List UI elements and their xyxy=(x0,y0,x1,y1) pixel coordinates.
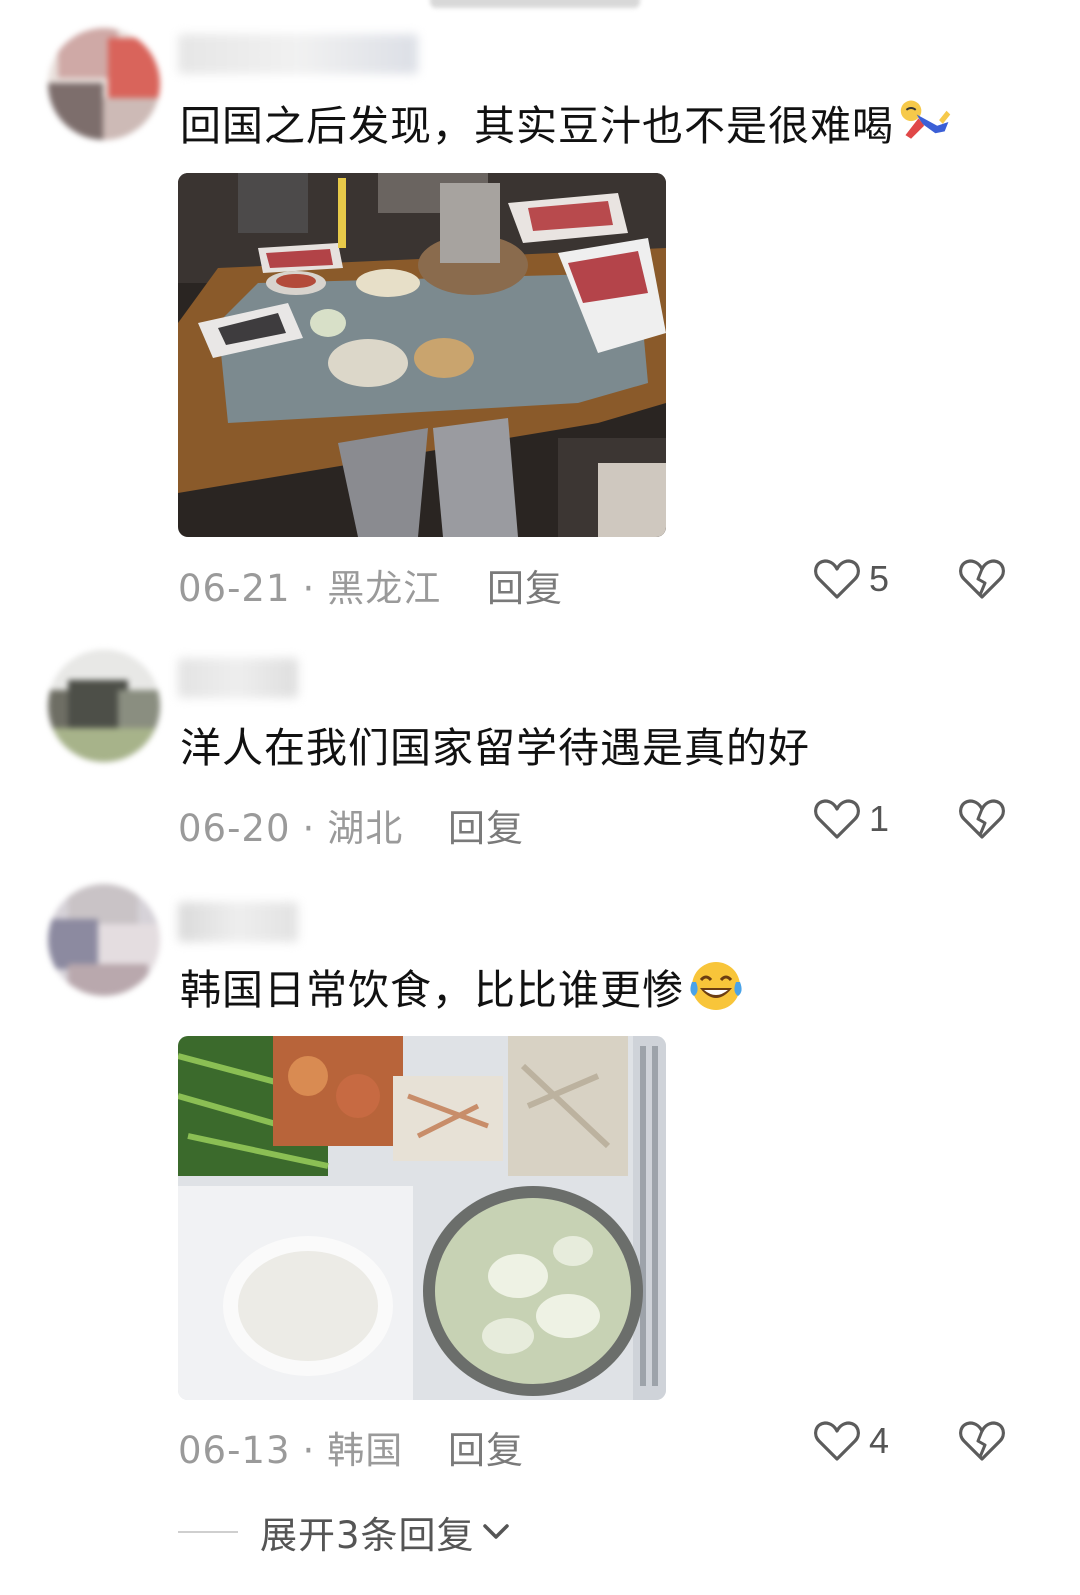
broken-heart-icon[interactable] xyxy=(958,797,1006,841)
heart-icon xyxy=(814,799,860,839)
broken-heart-icon[interactable] xyxy=(958,557,1006,601)
avatar[interactable] xyxy=(48,650,160,762)
meta-separator: · xyxy=(302,1429,316,1472)
broken-heart-icon[interactable] xyxy=(958,1419,1006,1463)
comment-text: 洋人在我们国家留学待遇是真的好 xyxy=(180,724,810,772)
comment-text: 回国之后发现，其实豆汁也不是很难喝 xyxy=(180,96,954,154)
like-button[interactable]: 5 xyxy=(813,557,889,601)
comment-date: 06-13 xyxy=(178,1429,291,1472)
comment-item: 韩国日常饮食，比比谁更惨 06-13 · 韩国 回复 4 xyxy=(0,860,1080,1500)
expand-replies-button[interactable]: 展开3条回复 xyxy=(178,1505,511,1559)
like-button[interactable]: 1 xyxy=(813,797,889,841)
like-button[interactable]: 4 xyxy=(813,1419,889,1463)
hotpot-table-photo[interactable] xyxy=(178,173,666,537)
comment-region: 湖北 xyxy=(327,807,404,850)
comment-date: 06-21 xyxy=(178,567,291,610)
avatar[interactable] xyxy=(48,28,160,140)
meta-separator: · xyxy=(302,807,316,850)
laughing-crying-emoji xyxy=(690,962,742,1010)
heart-icon xyxy=(814,1421,860,1461)
reply-button[interactable]: 回复 xyxy=(448,798,524,852)
person-falling-emoji xyxy=(900,100,951,139)
school-lunch-tray-photo[interactable] xyxy=(178,1036,666,1400)
reply-button[interactable]: 回复 xyxy=(487,558,563,612)
like-count: 4 xyxy=(869,1420,890,1461)
reply-button[interactable]: 回复 xyxy=(448,1420,524,1474)
comment-region: 韩国 xyxy=(327,1429,404,1472)
meta-separator: · xyxy=(302,567,316,610)
expand-replies-label: 展开3条回复 xyxy=(260,1514,475,1557)
avatar[interactable] xyxy=(48,884,160,996)
username-blurred[interactable] xyxy=(178,658,298,698)
comment-date: 06-20 xyxy=(178,807,291,850)
comment-meta: 06-20 · 湖北 xyxy=(178,798,403,852)
comment-item: 回国之后发现，其实豆汁也不是很难喝 06-21 · 黑龙江 回复 5 xyxy=(0,0,1080,620)
divider-line xyxy=(178,1531,238,1533)
comment-region: 黑龙江 xyxy=(327,567,442,610)
comment-item: 洋人在我们国家留学待遇是真的好 06-20 · 湖北 回复 1 xyxy=(0,620,1080,860)
like-count: 5 xyxy=(869,558,890,599)
heart-icon xyxy=(814,559,860,599)
like-count: 1 xyxy=(869,798,890,839)
comment-meta: 06-13 · 韩国 xyxy=(178,1420,403,1474)
username-blurred[interactable] xyxy=(178,34,418,74)
comment-meta: 06-21 · 黑龙江 xyxy=(178,558,441,612)
username-blurred[interactable] xyxy=(178,902,298,942)
comment-text: 韩国日常饮食，比比谁更惨 xyxy=(180,960,744,1018)
chevron-down-icon xyxy=(482,1524,509,1539)
